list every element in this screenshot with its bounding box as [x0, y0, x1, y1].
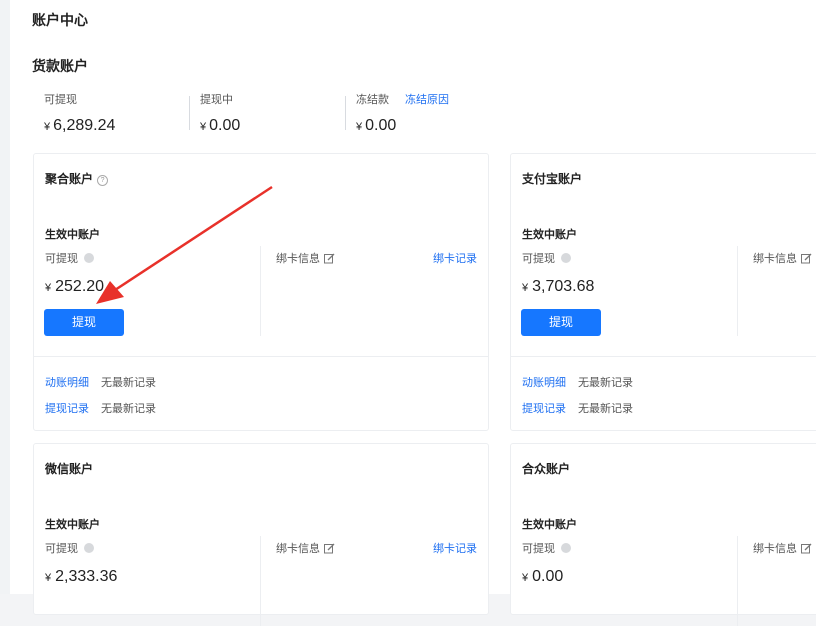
arrow-head	[96, 281, 124, 304]
account-center-page: 账户中心 货款账户 可提现 ¥6,289.24 提现中 ¥0.00 冻结款 冻结原…	[0, 0, 816, 626]
annotation-arrow-icon	[96, 185, 273, 304]
arrow-shaft	[114, 185, 273, 292]
